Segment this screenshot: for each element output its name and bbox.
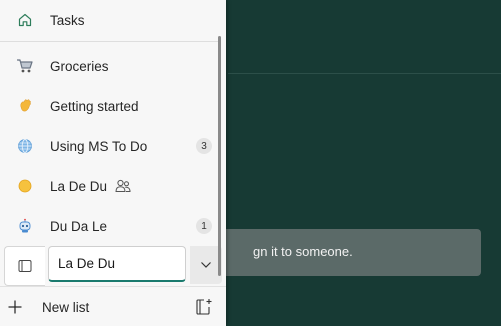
sidebar-item-label: Du Da Le <box>50 218 108 234</box>
new-group-button[interactable] <box>193 296 215 318</box>
sun-icon <box>16 177 34 195</box>
sidebar-item-la-de-du[interactable]: La De Du <box>6 167 214 205</box>
sidebar-item-groceries[interactable]: Groceries <box>6 47 214 85</box>
home-icon <box>16 11 34 29</box>
sidebar-item-getting-started[interactable]: Getting started <box>6 87 214 125</box>
sidebar-item-du-da-le[interactable]: Du Da Le 1 <box>6 207 214 245</box>
task-hint-text: gn it to someone. <box>253 244 353 259</box>
group-icon-button[interactable] <box>4 246 45 286</box>
sidebar-item-using-ms-to-do[interactable]: Using MS To Do 3 <box>6 127 214 165</box>
task-count-badge: 1 <box>196 218 212 234</box>
sidebar-item-tasks[interactable]: Tasks <box>6 1 214 39</box>
sidebar-divider <box>0 41 218 42</box>
group-rename-row <box>4 245 222 286</box>
robot-icon <box>16 217 34 235</box>
background-divider <box>228 73 501 74</box>
shared-people-icon <box>115 179 131 193</box>
lists-sidebar: Tasks Groceries Getting started Using MS… <box>0 0 226 326</box>
sidebar-item-label: Groceries <box>50 58 109 74</box>
chevron-down-icon <box>201 262 211 268</box>
group-icon <box>18 260 32 272</box>
sidebar-item-label: La De Du <box>50 178 108 194</box>
sidebar-scrollbar[interactable] <box>218 36 221 276</box>
sidebar-item-label: Getting started <box>50 98 139 114</box>
sidebar-footer: New list <box>0 286 226 326</box>
globe-icon <box>16 137 34 155</box>
waving-hand-icon <box>16 97 34 115</box>
sidebar-item-label: Using MS To Do <box>50 138 148 154</box>
plus-icon <box>8 300 22 314</box>
sidebar-item-label: Tasks <box>50 12 85 28</box>
group-name-input[interactable] <box>48 246 186 282</box>
new-list-label: New list <box>42 299 90 315</box>
new-list-button[interactable]: New list <box>8 291 178 323</box>
cart-icon <box>16 57 34 75</box>
new-group-icon <box>196 299 212 315</box>
task-count-badge: 3 <box>196 138 212 154</box>
add-task-hint-bar[interactable]: gn it to someone. <box>213 229 481 276</box>
